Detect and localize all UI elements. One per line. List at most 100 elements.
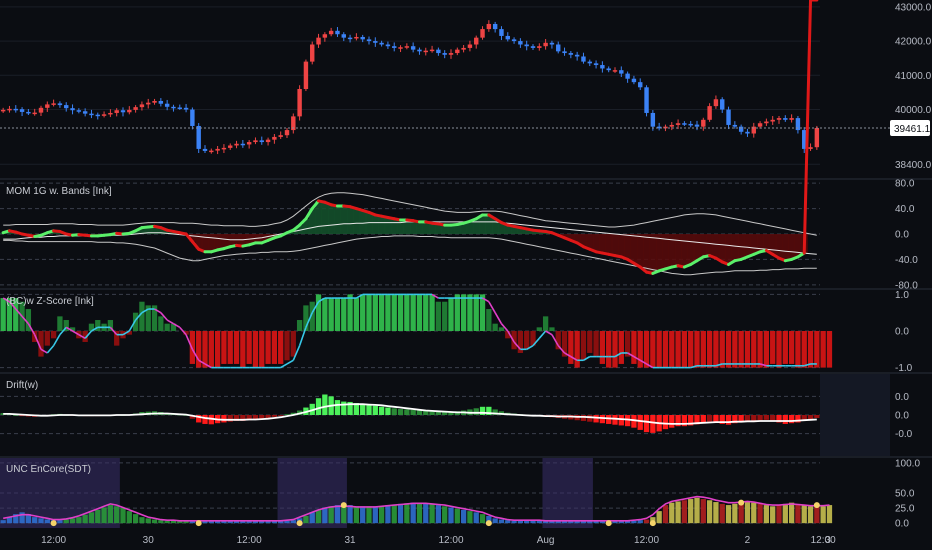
encore-bar <box>688 499 694 524</box>
candle-body <box>461 47 466 50</box>
encore-bar <box>101 507 107 524</box>
encore-bar <box>88 512 95 524</box>
candle-body <box>574 54 580 57</box>
encore-bar <box>448 507 454 524</box>
zscore-bar <box>669 331 675 368</box>
candle-body <box>328 30 334 35</box>
encore-bar <box>725 505 732 524</box>
encore-bar <box>271 521 278 524</box>
candle-body <box>38 107 44 113</box>
encore-bar <box>221 521 227 524</box>
candle-body <box>726 109 731 125</box>
momentum-fill <box>788 234 796 260</box>
encore-bar <box>366 506 372 524</box>
zscore-bar <box>801 331 807 368</box>
candle-body <box>265 139 271 143</box>
momentum-fill <box>637 234 644 268</box>
candle-body <box>524 44 529 47</box>
candle-body <box>581 56 586 62</box>
momentum-fill <box>624 234 632 260</box>
candle-body <box>770 119 775 122</box>
zscore-bar <box>788 331 795 364</box>
candle-body <box>720 99 725 110</box>
zscore-bar <box>435 301 442 331</box>
candle-body <box>127 109 132 113</box>
zscore-line-segment <box>538 330 547 339</box>
encore-bar <box>713 502 719 524</box>
zscore-bar <box>360 294 366 331</box>
zscore-bar <box>580 331 587 361</box>
candle-body <box>505 35 510 40</box>
encore-bar <box>372 506 378 524</box>
momentum-segment <box>802 0 813 255</box>
encore-bar <box>738 502 744 524</box>
zscore-bar <box>631 331 637 364</box>
zscore-bar <box>776 331 782 368</box>
candle-body <box>64 105 69 109</box>
encore-bar <box>429 503 435 524</box>
candle-body <box>587 61 592 64</box>
momentum-fill <box>649 234 657 274</box>
candle-body <box>417 49 422 52</box>
candle-body <box>202 148 208 151</box>
candle-body <box>549 42 555 45</box>
encore-bar <box>265 521 271 524</box>
time-axis-label: 12:00 <box>811 535 836 546</box>
encore-bar <box>492 518 498 524</box>
encore-bar <box>158 520 164 524</box>
encore-bar <box>120 508 126 524</box>
encore-bar <box>347 505 353 524</box>
zscore-bar <box>732 331 738 368</box>
candle-body <box>209 150 214 153</box>
encore-dot <box>50 520 57 527</box>
candle-body <box>429 49 435 52</box>
zscore-bar <box>694 331 700 368</box>
candle-body <box>757 123 763 127</box>
candle-body <box>82 111 88 114</box>
drift-bar <box>725 415 732 425</box>
candle-body <box>272 136 277 140</box>
drift-bar <box>593 415 599 423</box>
momentum-fill <box>618 234 625 257</box>
encore-bar <box>290 520 296 524</box>
zscore-bar <box>347 294 353 331</box>
candle-body <box>379 42 384 45</box>
zscore-bar <box>214 331 221 368</box>
drift-bar <box>397 409 404 415</box>
encore-bar <box>542 521 549 524</box>
zscore-bar <box>782 331 788 364</box>
encore-bar <box>442 506 448 524</box>
candle-body <box>631 78 637 83</box>
candle-body <box>543 42 548 47</box>
drift-bar <box>278 415 284 416</box>
drift-bar <box>618 415 624 426</box>
zscore-bar <box>139 301 145 331</box>
candle-body <box>278 135 283 137</box>
drift-bar <box>763 415 770 420</box>
encore-bar <box>681 500 688 524</box>
zscore-bar <box>278 331 284 364</box>
momentum-fill <box>592 234 600 252</box>
encore-bar <box>76 517 82 524</box>
time-axis-label: 3 <box>825 535 831 546</box>
encore-bar <box>107 505 114 524</box>
drift-bar <box>221 415 227 423</box>
encore-bar <box>498 519 505 524</box>
zscore-bar <box>524 331 530 350</box>
pane-title-zscore: (BC)w Z-Score [Ink] <box>6 296 94 307</box>
encore-bar <box>460 509 467 524</box>
encore-dot <box>485 520 492 527</box>
zscore-bar <box>486 309 492 331</box>
encore-bar <box>561 521 568 524</box>
time-axis-label: 2 <box>745 535 751 546</box>
zscore-bar <box>378 294 385 331</box>
encore-dot <box>340 502 347 509</box>
encore-zone <box>542 458 593 528</box>
candle-body <box>562 51 567 54</box>
zscore-bar <box>599 331 606 364</box>
momentum-fill <box>605 234 613 255</box>
encore-dot <box>296 520 303 527</box>
candle-body <box>808 147 813 149</box>
encore-bar <box>227 521 233 524</box>
drift-bar <box>807 415 814 420</box>
